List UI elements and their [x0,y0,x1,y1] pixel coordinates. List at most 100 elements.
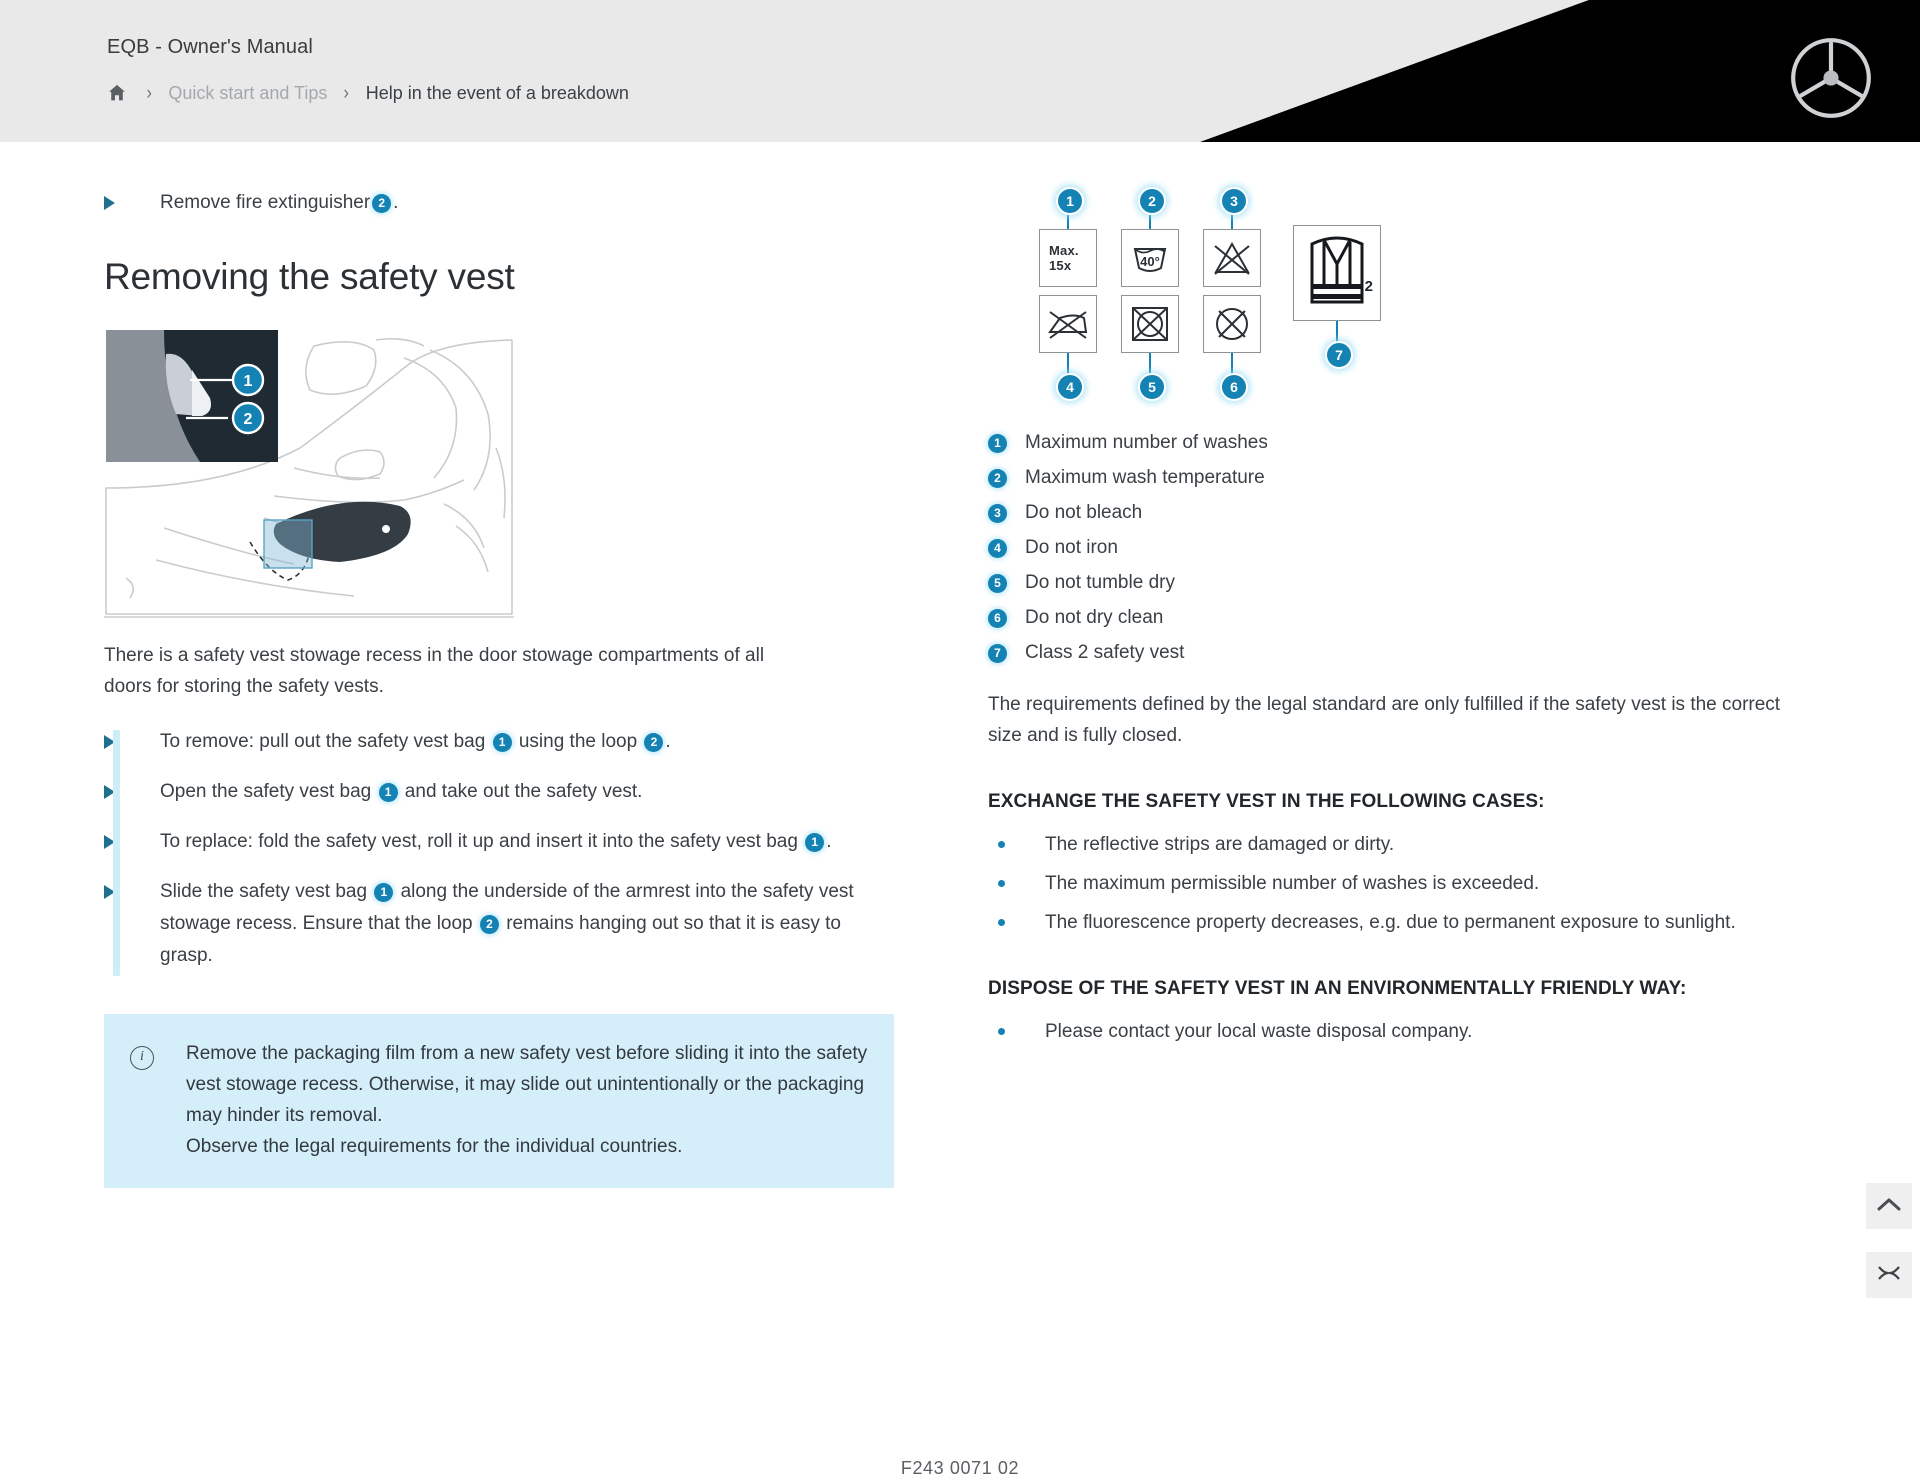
class-2-safety-vest-symbol: 2 [1293,225,1381,321]
bullet-dot-icon [998,1028,1005,1035]
bullet-text: The reflective strips are damaged or dir… [1045,834,1395,855]
info-note-text: Remove the packaging film from a new saf… [186,1038,868,1162]
step-item: To replace: fold the safety vest, roll i… [104,826,924,858]
do-not-bleach-symbol [1203,229,1261,287]
svg-text:40°: 40° [1140,254,1160,269]
collapse-icon [1877,1264,1901,1287]
legend-label: Maximum number of washes [1025,432,1268,453]
left-column: Remove fire extinguisher 2. Removing the … [104,187,924,1188]
home-icon[interactable] [104,80,130,106]
door-stowage-compartment-illustration: 1 2 [104,328,514,618]
action-text: Remove fire extinguisher 2. [160,187,398,218]
max-washes-symbol: Max. 15x [1039,229,1097,287]
dispose-list: Please contact your local waste disposal… [988,1016,1818,1047]
info-note-box: i Remove the packaging film from a new s… [104,1014,894,1188]
symbol-badge-2: 2 [1138,187,1166,215]
svg-text:2: 2 [244,411,253,428]
page-header: EQB - Owner's Manual › Quick start and T… [0,0,1920,142]
legend-label: Do not bleach [1025,502,1143,523]
do-not-dry-clean-symbol [1203,295,1261,353]
legend-label: Maximum wash temperature [1025,467,1265,488]
page-title: Removing the safety vest [104,256,515,297]
legend-item: 7 Class 2 safety vest [988,639,1818,667]
exchange-heading: EXCHANGE THE SAFETY VEST IN THE FOLLOWIN… [988,791,1545,812]
legend-badge: 3 [988,503,1007,523]
bullet-text: The fluorescence property decreases, e.g… [1045,912,1736,933]
step-text: Slide the safety vest bag 1 along the un… [160,881,854,966]
leader-line-6 [1231,353,1233,375]
legend-item: 6 Do not dry clean [988,604,1818,632]
breadcrumb-current: Help in the event of a breakdown [365,82,629,103]
action-label: Remove fire extinguisher [160,192,371,213]
vest-class-number: 2 [1364,278,1373,295]
symbol-badge-6: 6 [1220,373,1248,401]
legend-badge: 4 [988,538,1007,558]
step-text: To replace: fold the safety vest, roll i… [160,831,832,852]
document-code: F243 0071 02 [900,1458,1020,1478]
do-not-tumble-dry-symbol [1121,295,1179,353]
step-text: To remove: pull out the safety vest bag … [160,731,671,752]
callout-marker: 1 [378,783,398,802]
bullet-text: Please contact your local waste disposal… [1045,1021,1473,1042]
collapse-button[interactable] [1866,1252,1912,1298]
step-item: Open the safety vest bag 1 and take out … [104,776,924,808]
leader-line-4 [1067,353,1069,375]
step-text: Open the safety vest bag 1 and take out … [160,781,643,802]
legend-item: 4 Do not iron [988,534,1818,562]
legend-badge: 2 [988,468,1007,488]
legend-badge: 7 [988,643,1007,663]
scroll-to-top-button[interactable] [1866,1183,1912,1229]
breadcrumb-separator-2: › [343,82,350,104]
leader-line-5 [1149,353,1151,375]
symbol-badge-1: 1 [1056,187,1084,215]
page-content: Remove fire extinguisher 2. Removing the … [0,142,1920,1478]
wash-temperature-symbol: 40° [1121,229,1179,287]
steps-accent-bar [113,730,120,976]
mercedes-benz-star-icon [1789,36,1873,120]
callout-marker: 2 [372,194,392,213]
legend-label: Do not tumble dry [1025,572,1175,593]
symbol-badge-3: 3 [1220,187,1248,215]
bullet-dot-icon [998,880,1005,887]
requirements-paragraph: The requirements defined by the legal st… [988,694,1781,746]
legend-label: Do not dry clean [1025,607,1164,628]
legend-badge: 5 [988,573,1007,593]
svg-text:1: 1 [244,373,253,390]
legend-label: Do not iron [1025,537,1118,558]
callout-marker: 2 [479,915,499,934]
bullet-dot-icon [998,841,1005,848]
info-note-line: Observe the legal requirements for the i… [186,1136,683,1157]
illustration-baseline [104,616,514,618]
breadcrumb-parent[interactable]: Quick start and Tips [168,83,327,104]
symbol-badge-5: 5 [1138,373,1166,401]
callout-marker: 1 [492,733,512,752]
leader-line-7 [1336,321,1338,343]
breadcrumb-separator-1: › [146,82,152,104]
manual-title: EQB - Owner's Manual [107,36,313,58]
steps-list: To remove: pull out the safety vest bag … [104,726,924,976]
care-symbols-diagram: 1 2 3 Max. 15x 40° 4 5 6 2 7 [1012,187,1432,407]
exchange-list-item: The fluorescence property decreases, e.g… [988,907,1818,938]
action-triangle-icon [104,196,120,210]
exchange-list-item: The reflective strips are damaged or dir… [988,829,1818,860]
legend-label: Class 2 safety vest [1025,642,1185,663]
max-washes-text: Max. 15x [1049,243,1079,273]
bullet-text: The maximum permissible number of washes… [1045,873,1540,894]
step-item: Slide the safety vest bag 1 along the un… [104,876,924,972]
callout-marker: 1 [374,883,394,902]
symbol-legend-list: 1 Maximum number of washes 2 Maximum wash t… [988,429,1818,667]
dispose-list-item: Please contact your local waste disposal… [988,1016,1818,1047]
do-not-iron-symbol [1039,295,1097,353]
callout-marker: 2 [644,733,664,752]
legend-item: 5 Do not tumble dry [988,569,1818,597]
action-remove-fire-extinguisher: Remove fire extinguisher 2. [104,187,924,218]
right-column: 1 2 3 Max. 15x 40° 4 5 6 2 7 1 Maximum n… [988,187,1818,1055]
exchange-list-item: The maximum permissible number of washes… [988,868,1818,899]
legend-item: 2 Maximum wash temperature [988,464,1818,492]
chevron-up-icon [1877,1196,1901,1217]
info-icon: i [130,1046,154,1070]
symbol-badge-4: 4 [1056,373,1084,401]
breadcrumb: › Quick start and Tips › Help in the eve… [104,80,629,106]
exchange-list: The reflective strips are damaged or dir… [988,829,1818,938]
callout-marker: 1 [805,833,825,852]
